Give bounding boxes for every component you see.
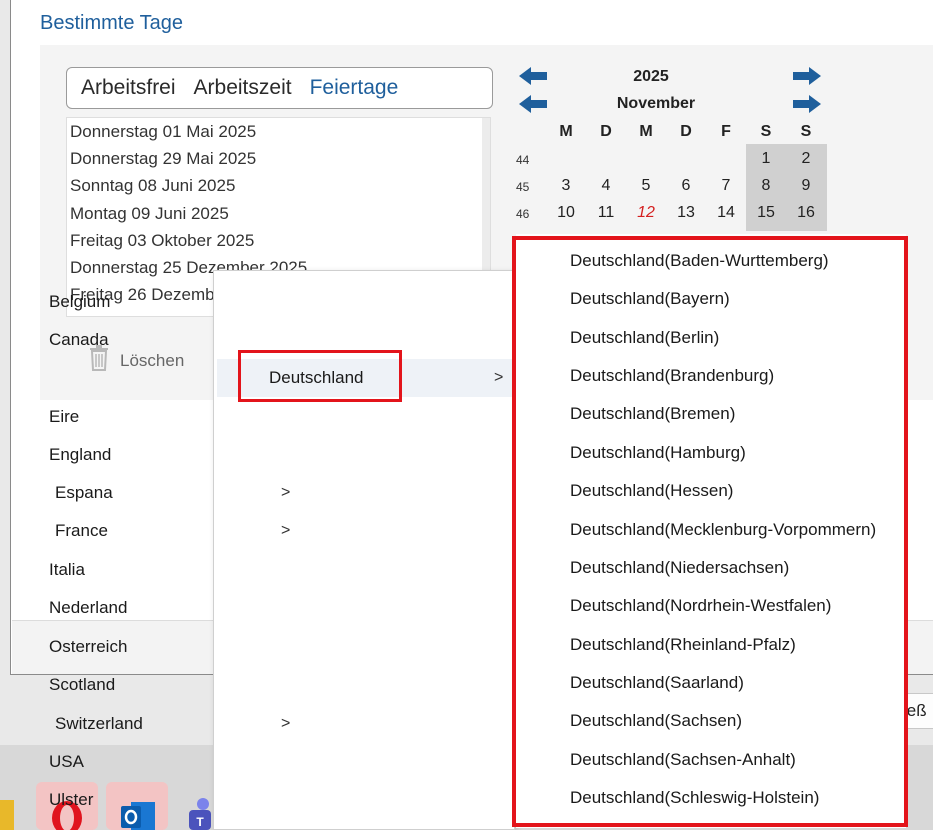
- next-month-arrow-icon[interactable]: [793, 95, 821, 113]
- chevron-right-icon: >: [281, 484, 291, 501]
- submenu-item-sachsen-anhalt[interactable]: Deutschland(Sachsen-Anhalt): [570, 750, 796, 770]
- tab-arbeitszeit[interactable]: Arbeitszeit: [194, 76, 292, 100]
- calendar-day[interactable]: 15: [746, 204, 786, 222]
- weekday-header: D: [680, 123, 692, 140]
- week-number: 46: [516, 207, 530, 221]
- menu-item-france[interactable]: France >: [0, 512, 300, 550]
- calendar-day[interactable]: 6: [666, 177, 706, 195]
- menu-item-switzerland[interactable]: Switzerland >: [0, 705, 300, 743]
- menu-item-belgium[interactable]: Belgium: [0, 283, 300, 321]
- calendar-day[interactable]: 10: [546, 204, 586, 222]
- menu-item-nederland[interactable]: Nederland: [0, 589, 300, 627]
- calendar-day[interactable]: 11: [586, 204, 626, 222]
- submenu-item-bremen[interactable]: Deutschland(Bremen): [570, 404, 735, 424]
- calendar-day-holiday[interactable]: 12: [626, 204, 666, 222]
- submenu-item-baden-wurttemberg[interactable]: Deutschland(Baden-Wurttemberg): [570, 251, 829, 271]
- menu-item-england[interactable]: England: [0, 436, 300, 474]
- chevron-right-icon: >: [281, 715, 291, 732]
- tab-arbeitsfrei[interactable]: Arbeitsfrei: [81, 76, 176, 100]
- chevron-right-icon: >: [281, 522, 291, 539]
- weekday-header: M: [639, 123, 653, 140]
- weekday-header: S: [800, 123, 812, 140]
- submenu-item-saarland[interactable]: Deutschland(Saarland): [570, 673, 744, 693]
- chevron-right-icon: >: [494, 369, 504, 386]
- calendar-day[interactable]: 8: [746, 177, 786, 195]
- day-type-tabs: Arbeitsfrei Arbeitszeit Feiertage: [66, 67, 493, 109]
- menu-item-eire[interactable]: Eire: [0, 398, 300, 436]
- submenu-item-hamburg[interactable]: Deutschland(Hamburg): [570, 443, 746, 463]
- submenu-item-niedersachsen[interactable]: Deutschland(Niedersachsen): [570, 558, 789, 578]
- submenu-item-sachsen[interactable]: Deutschland(Sachsen): [570, 711, 742, 731]
- calendar-day[interactable]: 5: [626, 177, 666, 195]
- calendar-day[interactable]: 16: [786, 204, 826, 222]
- calendar-day[interactable]: 14: [706, 204, 746, 222]
- submenu-item-nordrhein-westfalen[interactable]: Deutschland(Nordrhein-Westfalen): [570, 596, 831, 616]
- weekday-header: D: [600, 123, 612, 140]
- calendar-year: 2025: [633, 68, 669, 85]
- tab-feiertage[interactable]: Feiertage: [310, 76, 399, 100]
- menu-item-osterreich[interactable]: Osterreich: [0, 628, 300, 666]
- annotation-highlight-deutschland: [238, 350, 402, 402]
- submenu-item-schleswig-holstein[interactable]: Deutschland(Schleswig-Holstein): [570, 788, 819, 808]
- list-item[interactable]: Freitag 03 Oktober 2025: [67, 227, 490, 254]
- menu-item-espana[interactable]: Espana >: [0, 474, 300, 512]
- submenu-item-rheinland-pfalz[interactable]: Deutschland(Rheinland-Pfalz): [570, 635, 796, 655]
- calendar-day[interactable]: 13: [666, 204, 706, 222]
- calendar-month: November: [616, 95, 696, 112]
- prev-year-arrow-icon[interactable]: [519, 67, 547, 85]
- submenu-item-berlin[interactable]: Deutschland(Berlin): [570, 328, 719, 348]
- calendar-day[interactable]: 3: [546, 177, 586, 195]
- calendar-day[interactable]: 1: [746, 150, 786, 168]
- submenu-item-hessen[interactable]: Deutschland(Hessen): [570, 481, 733, 501]
- list-item[interactable]: Donnerstag 01 Mai 2025: [67, 118, 490, 145]
- weekday-header: S: [760, 123, 772, 140]
- calendar-day[interactable]: 9: [786, 177, 826, 195]
- submenu-item-bayern[interactable]: Deutschland(Bayern): [570, 289, 730, 309]
- section-title: Bestimmte Tage: [40, 12, 184, 34]
- list-item[interactable]: Montag 09 Juni 2025: [67, 200, 490, 227]
- week-number: 44: [516, 153, 530, 167]
- submenu-item-brandenburg[interactable]: Deutschland(Brandenburg): [570, 366, 774, 386]
- menu-item-scotland[interactable]: Scotland: [0, 666, 300, 704]
- calendar-day[interactable]: 4: [586, 177, 626, 195]
- menu-item-ulster[interactable]: Ulster: [0, 781, 300, 819]
- submenu-item-mecklenburg-vorpommern[interactable]: Deutschland(Mecklenburg-Vorpommern): [570, 520, 876, 540]
- calendar-day[interactable]: 2: [786, 150, 826, 168]
- weekday-header: F: [721, 123, 731, 140]
- weekday-header: M: [559, 123, 573, 140]
- menu-item-usa[interactable]: USA: [0, 743, 300, 781]
- calendar-day[interactable]: 7: [706, 177, 746, 195]
- week-number: 45: [516, 180, 530, 194]
- list-item[interactable]: Donnerstag 29 Mai 2025: [67, 145, 490, 172]
- menu-item-italia[interactable]: Italia: [0, 551, 300, 589]
- list-item[interactable]: Sonntag 08 Juni 2025: [67, 172, 490, 199]
- prev-month-arrow-icon[interactable]: [519, 95, 547, 113]
- next-year-arrow-icon[interactable]: [793, 67, 821, 85]
